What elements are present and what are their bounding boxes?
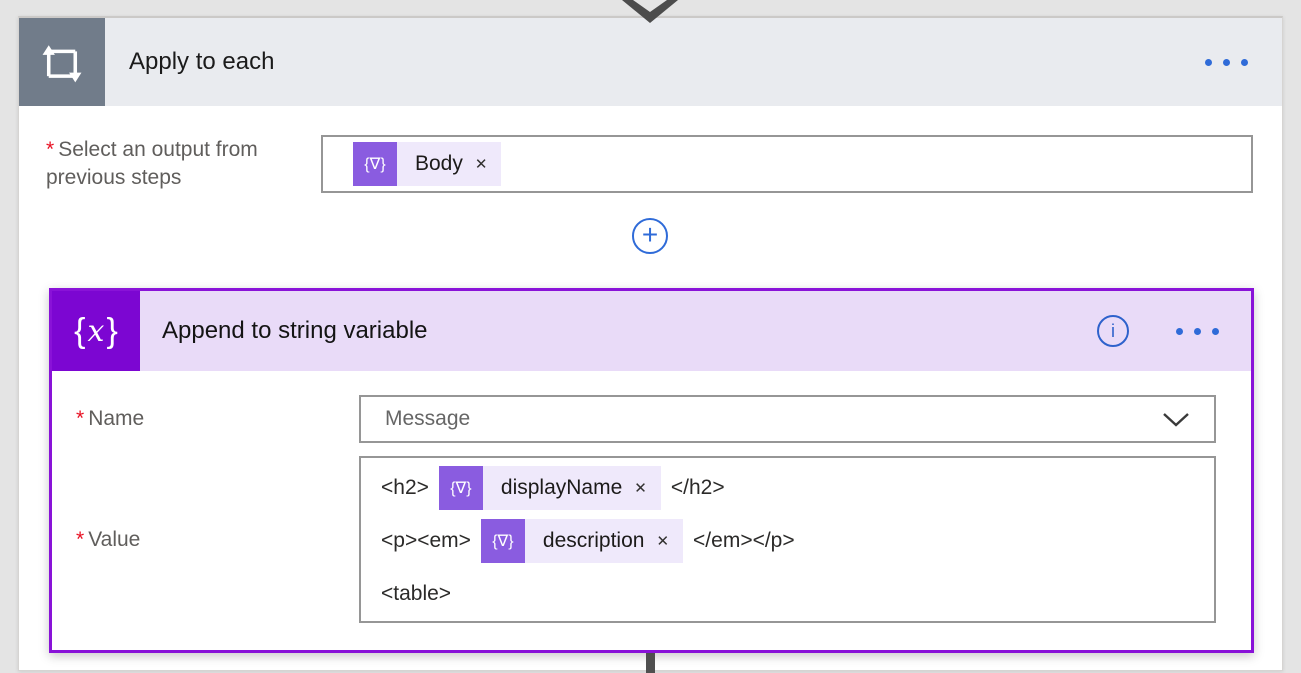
dropdown-selected-value: Message [385, 407, 1162, 431]
token-label: Body ✕ [397, 142, 501, 186]
variable-action-icon: {x} [52, 291, 140, 371]
variable-name-dropdown[interactable]: Message [359, 395, 1216, 443]
action-card-title: Append to string variable [162, 317, 428, 345]
html-text: <table> [381, 582, 451, 606]
html-text: <h2> [381, 476, 429, 500]
html-text: </em></p> [693, 529, 795, 553]
action-card-body: *Name Message *Value <h2>{∇}displayName✕… [52, 371, 1251, 650]
name-label-text: Name [88, 407, 144, 431]
info-icon[interactable]: i [1097, 315, 1129, 347]
token-text: Body [415, 152, 463, 176]
token-close-icon[interactable]: ✕ [475, 155, 488, 173]
plus-icon: + [642, 221, 658, 249]
apply-to-each-header[interactable]: Apply to each [19, 18, 1282, 106]
value-label-text: Value [88, 528, 140, 552]
dynamic-content-token[interactable]: {∇} Body ✕ [353, 142, 501, 186]
name-field-label: *Name [76, 395, 144, 443]
token-text: description [543, 529, 645, 553]
apply-to-each-scope: Apply to each *Select an output from pre… [18, 16, 1283, 671]
down-arrow-icon [622, 0, 678, 23]
ellipsis-icon [1223, 59, 1230, 66]
value-field-label: *Value [76, 456, 140, 623]
required-asterisk: * [76, 528, 84, 552]
dynamic-content-icon: {∇} [439, 466, 483, 510]
scope-title: Apply to each [129, 48, 274, 76]
dynamic-content-icon: {∇} [353, 142, 397, 186]
ellipsis-icon [1205, 59, 1212, 66]
variable-x: x [88, 314, 105, 349]
ellipsis-icon [1212, 328, 1219, 335]
apply-to-each-icon-box [19, 18, 105, 106]
dynamic-content-token[interactable]: {∇} displayName ✕ [439, 466, 661, 510]
select-output-input[interactable]: {∇} Body ✕ [321, 135, 1253, 193]
loop-icon [39, 39, 85, 85]
token-close-icon[interactable]: ✕ [634, 479, 647, 497]
dynamic-content-icon: {∇} [481, 519, 525, 563]
scope-more-menu[interactable] [1201, 18, 1252, 106]
token-text: displayName [501, 476, 622, 500]
value-line: <h2> {∇} displayName ✕ </h2> [381, 462, 1214, 514]
token-label: description ✕ [525, 519, 683, 563]
info-glyph: i [1111, 321, 1115, 342]
ellipsis-icon [1241, 59, 1248, 66]
action-card-header[interactable]: {x} Append to string variable i [52, 291, 1251, 371]
connector-line [646, 653, 655, 673]
brace-open: { [74, 312, 85, 351]
chevron-down-icon[interactable] [1162, 412, 1190, 427]
value-line: <p><em> {∇} description ✕ </em></p> [381, 515, 1214, 567]
select-output-label-text: Select an output from previous steps [46, 138, 258, 189]
required-asterisk: * [46, 138, 54, 161]
html-text: </h2> [671, 476, 725, 500]
value-line: <table> [381, 568, 1214, 620]
action-more-menu[interactable] [1172, 291, 1223, 371]
ellipsis-icon [1194, 328, 1201, 335]
add-action-button[interactable]: + [632, 218, 668, 254]
token-label: displayName ✕ [483, 466, 661, 510]
value-input[interactable]: <h2>{∇}displayName✕</h2><p><em>{∇}descri… [359, 456, 1216, 623]
brace-close: } [106, 312, 117, 351]
html-text: <p><em> [381, 529, 471, 553]
dynamic-content-token[interactable]: {∇} description ✕ [481, 519, 683, 563]
select-output-label: *Select an output from previous steps [46, 136, 286, 192]
token-close-icon[interactable]: ✕ [656, 532, 669, 550]
required-asterisk: * [76, 407, 84, 431]
append-to-string-variable-card: {x} Append to string variable i *Name Me… [49, 288, 1254, 653]
ellipsis-icon [1176, 328, 1183, 335]
